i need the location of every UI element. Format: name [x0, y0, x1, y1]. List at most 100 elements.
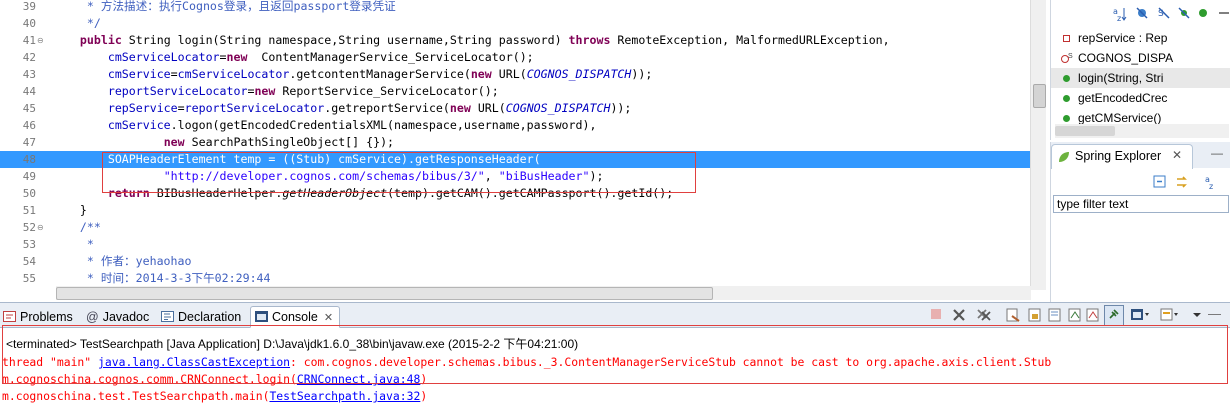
tab-problems[interactable]: Problems: [3, 307, 73, 327]
code-line[interactable]: 43 cmService=cmServiceLocator.getcontent…: [0, 66, 1030, 83]
line-number: 51: [22, 204, 36, 217]
code-token: reportServiceLocator: [184, 101, 325, 115]
stacktrace-link[interactable]: TestSearchpath.java:32: [269, 389, 420, 403]
public-method-icon: [1063, 75, 1070, 82]
code-text: * 时间：2014-3-3下午02:29:44: [52, 270, 271, 287]
tab-declaration-label: Declaration: [178, 310, 242, 324]
sort-alpha-icon[interactable]: az: [1113, 6, 1127, 25]
clear-console-icon[interactable]: [1006, 308, 1020, 325]
pin-console-icon[interactable]: [1104, 305, 1124, 326]
console-text: m.cognoschina.test.TestSearchpath.main(: [2, 389, 270, 403]
code-token: .getreportService(: [324, 101, 450, 115]
code-token: * 方法描述：执行Cognos登录，且返回passport登录凭证: [52, 0, 396, 13]
close-icon[interactable]: ✕: [324, 312, 333, 324]
static-field-icon: S: [1061, 53, 1073, 63]
at-icon: @: [86, 310, 99, 324]
code-token: cmServiceLocator: [177, 67, 290, 81]
line-number: 40: [22, 17, 36, 30]
minimize-icon[interactable]: —: [1208, 306, 1221, 321]
code-text: * 作者：yehaohao: [52, 253, 192, 270]
line-number: 53: [22, 238, 36, 251]
code-line[interactable]: 53 *: [0, 236, 1030, 253]
declaration-icon: [161, 308, 174, 322]
code-line[interactable]: 41 ⊖ public String login(String namespace…: [0, 32, 1030, 49]
code-token: cmService: [107, 67, 171, 81]
code-token: .logon(getEncodedCredentialsXML(namespac…: [170, 118, 597, 132]
remove-all-icon[interactable]: [976, 308, 992, 325]
code-text: new SearchPathSingleObject[] {});: [52, 134, 394, 151]
close-icon[interactable]: ✕: [1172, 148, 1182, 162]
code-editor[interactable]: 39 * 方法描述：执行Cognos登录，且返回passport登录凭证 40 *…: [0, 0, 1046, 302]
code-line[interactable]: 42 cmServiceLocator=new ContentManagerSe…: [0, 49, 1030, 66]
hide-static-icon[interactable]: S: [1157, 6, 1171, 23]
view-menu-icon[interactable]: [1192, 308, 1202, 325]
outline-item[interactable]: getEncodedCrec: [1051, 88, 1230, 108]
code-line[interactable]: 39 * 方法描述：执行Cognos登录，且返回passport登录凭证: [0, 0, 1030, 15]
code-token: new: [163, 135, 185, 149]
problems-icon: [3, 308, 16, 322]
code-line[interactable]: 44 reportServiceLocator=new ReportServic…: [0, 83, 1030, 100]
line-number: 48: [22, 153, 36, 166]
tab-javadoc[interactable]: @ Javadoc: [86, 307, 149, 327]
display-console-icon[interactable]: [1130, 308, 1150, 325]
outline-item[interactable]: login(String, Stri: [1051, 68, 1230, 88]
code-token: cmService: [107, 118, 171, 132]
tab-javadoc-label: Javadoc: [102, 310, 150, 324]
public-icon[interactable]: [1197, 6, 1209, 23]
outline-scroll-thumb[interactable]: [1055, 126, 1115, 136]
link-with-editor-icon[interactable]: [1175, 175, 1191, 192]
editor-horizontal-scrollbar[interactable]: [56, 286, 1031, 300]
editor-horizontal-scroll-thumb[interactable]: [56, 287, 713, 300]
editor-vertical-scroll-thumb[interactable]: [1033, 84, 1046, 108]
hide-nonpublic-icon[interactable]: [1177, 6, 1191, 23]
collapse-all-icon[interactable]: [1153, 175, 1167, 192]
terminate-icon[interactable]: [930, 308, 942, 323]
outline-horizontal-scrollbar[interactable]: [1055, 124, 1229, 138]
outline-item[interactable]: repService : Rep: [1051, 28, 1230, 48]
code-token: URL(: [491, 67, 527, 81]
collapse-icon[interactable]: [1217, 6, 1230, 23]
hide-fields-icon[interactable]: [1135, 6, 1149, 23]
code-token: COGNOS_DISPATCH: [505, 101, 611, 115]
spring-filter-input[interactable]: type filter text: [1053, 195, 1229, 213]
word-wrap-icon[interactable]: [1048, 308, 1062, 325]
code-line[interactable]: 47 new SearchPathSingleObject[] {});: [0, 134, 1030, 151]
line-number: 41: [22, 34, 36, 47]
show-on-error-icon[interactable]: [1086, 308, 1100, 325]
code-line[interactable]: 45 repService=reportServiceLocator.getre…: [0, 100, 1030, 117]
code-token: *: [52, 237, 94, 251]
show-on-output-icon[interactable]: [1068, 308, 1082, 325]
outline-item[interactable]: S COGNOS_DISPA: [1051, 48, 1230, 68]
public-method-icon: [1063, 95, 1070, 102]
static-marker-icon: S: [1068, 53, 1073, 60]
fold-toggle-icon[interactable]: ⊖: [37, 223, 44, 232]
code-token: =: [219, 50, 227, 64]
fold-toggle-icon[interactable]: ⊖: [37, 36, 44, 45]
open-console-icon[interactable]: [1160, 308, 1184, 325]
line-number: 39: [22, 0, 36, 13]
minimize-icon[interactable]: —: [1211, 146, 1223, 160]
code-line[interactable]: 52 ⊖ /**: [0, 219, 1030, 236]
code-line[interactable]: 51 }: [0, 202, 1030, 219]
code-line[interactable]: 40 */: [0, 15, 1030, 32]
console-icon: [255, 308, 268, 322]
tab-spring-explorer[interactable]: Spring Explorer ✕: [1051, 144, 1193, 169]
code-token: RemoteException, MalformedURLException,: [610, 33, 890, 47]
remove-launch-icon[interactable]: [952, 308, 966, 325]
outline-panel: az S repService : Rep S COGNOS_DISPA login(…: [1050, 0, 1230, 140]
code-text: */: [52, 15, 101, 32]
sort-alpha-icon[interactable]: az: [1205, 174, 1221, 193]
spring-explorer-panel: Spring Explorer ✕ — az type filter text: [1050, 142, 1230, 302]
tab-declaration[interactable]: Declaration: [161, 307, 241, 327]
editor-vertical-scrollbar[interactable]: [1030, 0, 1046, 290]
code-line[interactable]: 46 cmService.logon(getEncodedCredentials…: [0, 117, 1030, 134]
code-token: ReportService_ServiceLocator();: [275, 84, 499, 98]
code-line[interactable]: 54 * 作者：yehaohao: [0, 253, 1030, 270]
code-token: public: [79, 33, 122, 47]
code-text: cmService.logon(getEncodedCredentialsXML…: [52, 117, 597, 134]
scroll-lock-icon[interactable]: [1028, 308, 1042, 325]
code-line[interactable]: 55 * 时间：2014-3-3下午02:29:44: [0, 270, 1030, 287]
